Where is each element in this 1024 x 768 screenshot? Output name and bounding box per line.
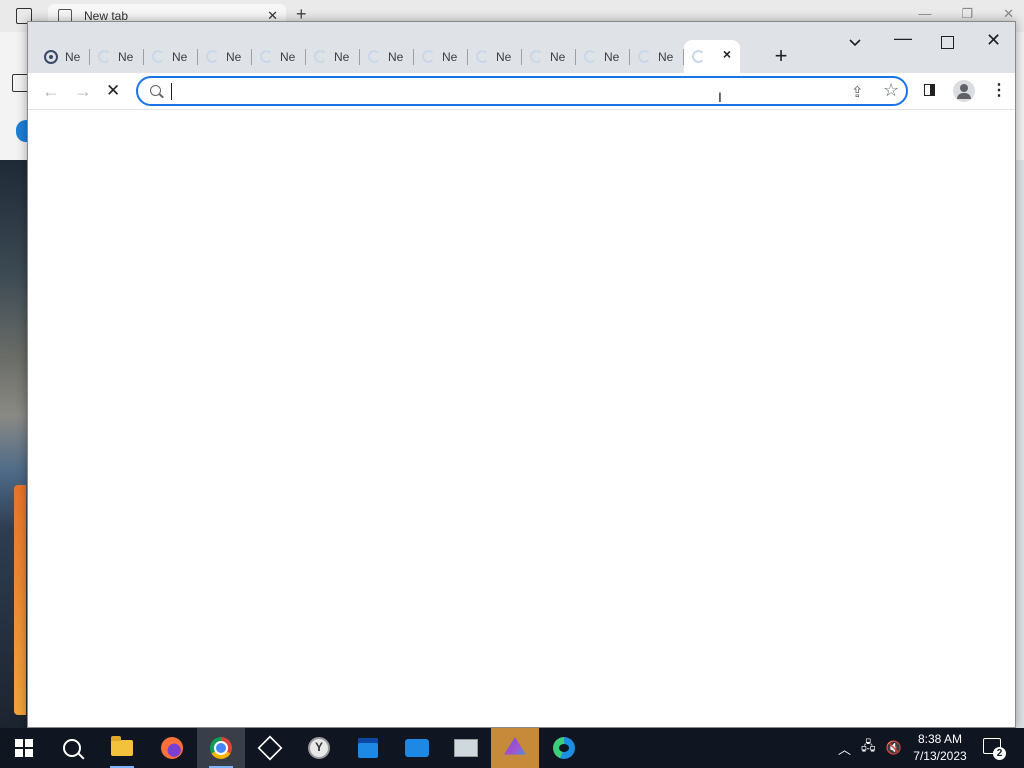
tab-label: Ne: [280, 49, 296, 64]
restore-icon[interactable]: ❐: [961, 6, 973, 22]
tab-label: Ne: [442, 49, 458, 64]
browser-tab[interactable]: Ne: [36, 40, 90, 73]
loading-spinner-icon: [314, 50, 327, 63]
tray-clock[interactable]: 8:38 AM 7/13/2023: [905, 731, 975, 765]
show-hidden-icons-icon[interactable]: ︿: [838, 739, 851, 758]
close-window-button[interactable]: ✕: [986, 30, 1001, 51]
browser-tab[interactable]: Ne: [306, 40, 360, 73]
maximize-button[interactable]: [941, 36, 954, 49]
3d-viewer-button[interactable]: [246, 728, 294, 768]
edge-icon: [553, 737, 575, 759]
loading-spinner-icon: [206, 50, 219, 63]
prism-app-button[interactable]: [491, 728, 539, 768]
browser-tab[interactable]: Ne: [522, 40, 576, 73]
side-panel-icon[interactable]: [924, 84, 935, 96]
browser-tab[interactable]: Ne: [468, 40, 522, 73]
forward-button[interactable]: →: [74, 81, 92, 102]
tab-label: Ne: [118, 49, 134, 64]
people-icon: [405, 739, 429, 757]
start-button[interactable]: [0, 728, 48, 768]
monitor-app-button[interactable]: [442, 728, 490, 768]
back-button[interactable]: ←: [42, 81, 60, 102]
tab-label: Ne: [226, 49, 242, 64]
bookmark-star-icon[interactable]: ☆: [883, 80, 899, 101]
clock-app-button[interactable]: [295, 728, 343, 768]
loading-spinner-icon: [260, 50, 273, 63]
chrome-button[interactable]: [197, 728, 245, 768]
clock-date: 7/13/2023: [913, 749, 967, 763]
text-caret: [171, 83, 172, 100]
clock-time: 8:38 AM: [917, 732, 963, 746]
calendar-button[interactable]: [344, 728, 392, 768]
toolbar: ← → ✕ ⇪ ☆ ⋮: [28, 73, 1015, 110]
loading-spinner-icon: [422, 50, 435, 63]
tab-strip: Ne Ne Ne Ne Ne Ne Ne Ne Ne Ne Ne Ne × +: [36, 40, 796, 73]
search-button[interactable]: [48, 728, 96, 768]
tab-label: Ne: [550, 49, 566, 64]
wallpaper-accent: [14, 485, 26, 715]
firefox-icon: [161, 737, 183, 759]
search-icon: [63, 739, 81, 757]
minimize-button[interactable]: —: [894, 28, 912, 49]
chrome-icon: [210, 737, 232, 759]
active-tab[interactable]: ×: [684, 40, 740, 73]
browser-tab[interactable]: Ne: [252, 40, 306, 73]
windows-icon: [15, 739, 33, 757]
title-bar: Ne Ne Ne Ne Ne Ne Ne Ne Ne Ne Ne Ne × + — ✕: [28, 22, 1015, 73]
cube-icon: [257, 735, 283, 761]
monitor-icon: [454, 739, 478, 757]
browser-tab[interactable]: Ne: [630, 40, 684, 73]
browser-tab[interactable]: Ne: [144, 40, 198, 73]
clock-icon: [308, 737, 330, 759]
taskbar: ︿ 🖧 🔇 8:38 AM 7/13/2023 2: [0, 728, 1024, 768]
tab-label: Ne: [658, 49, 674, 64]
tab-label: Ne: [334, 49, 350, 64]
calendar-icon: [358, 738, 378, 758]
loading-spinner-icon: [368, 50, 381, 63]
people-button[interactable]: [393, 728, 441, 768]
prism-icon: [504, 737, 526, 755]
edge-button[interactable]: [540, 728, 588, 768]
tab-search-icon[interactable]: [848, 36, 862, 50]
chrome-window: Ne Ne Ne Ne Ne Ne Ne Ne Ne Ne Ne Ne × + — ✕ ← → ✕ ⇪ ☆…: [27, 21, 1016, 728]
volume-muted-icon[interactable]: 🔇: [886, 740, 902, 756]
page-content[interactable]: [28, 110, 1015, 727]
loading-spinner-icon: [476, 50, 489, 63]
folder-icon: [111, 736, 133, 756]
more-menu-icon[interactable]: ⋮: [991, 80, 1007, 100]
site-icon: [44, 49, 58, 64]
stop-loading-button[interactable]: ✕: [106, 81, 120, 101]
background-window-controls: — ❐ ✕: [918, 6, 1014, 22]
loading-spinner-icon: [530, 50, 543, 63]
loading-spinner-icon: [584, 50, 597, 63]
browser-tab[interactable]: Ne: [414, 40, 468, 73]
browser-tab[interactable]: Ne: [198, 40, 252, 73]
close-tab-icon[interactable]: ×: [723, 46, 731, 62]
browser-tab[interactable]: Ne: [90, 40, 144, 73]
mouse-cursor-icon: I: [718, 89, 722, 105]
firefox-button[interactable]: [148, 728, 196, 768]
system-tray: ︿ 🖧 🔇: [838, 728, 902, 768]
share-icon[interactable]: ⇪: [851, 83, 864, 101]
new-tab-button[interactable]: +: [766, 42, 796, 72]
search-icon: [150, 85, 161, 96]
loading-spinner-icon: [98, 50, 111, 63]
notification-count-badge: 2: [993, 747, 1006, 760]
minimize-icon[interactable]: —: [918, 6, 931, 22]
profile-avatar-icon[interactable]: [953, 80, 975, 102]
browser-tab[interactable]: Ne: [576, 40, 630, 73]
file-explorer-button[interactable]: [98, 728, 146, 768]
loading-spinner-icon: [152, 50, 165, 63]
tab-label: Ne: [65, 49, 81, 64]
close-icon[interactable]: ✕: [1003, 6, 1014, 22]
tab-label: Ne: [388, 49, 404, 64]
loading-spinner-icon: [692, 50, 705, 63]
address-bar[interactable]: ⇪ ☆: [136, 76, 908, 106]
tab-label: Ne: [172, 49, 188, 64]
loading-spinner-icon: [638, 50, 651, 63]
network-icon[interactable]: 🖧: [861, 737, 876, 759]
tab-label: Ne: [604, 49, 620, 64]
browser-tab[interactable]: Ne: [360, 40, 414, 73]
tab-label: Ne: [496, 49, 512, 64]
